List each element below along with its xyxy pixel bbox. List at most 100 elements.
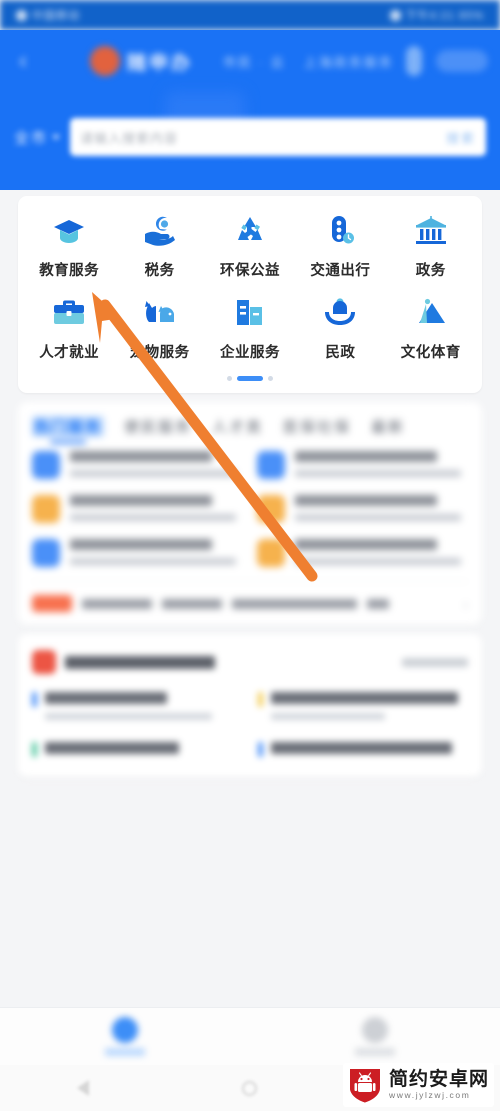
notice-item-title bbox=[271, 742, 453, 754]
watermark-text: 简约安卓网 www.jylzwj.com bbox=[389, 1070, 489, 1100]
notice-bar-icon bbox=[258, 692, 263, 707]
header-top-row: ‹ 随申办 市民 · 云 上海政务服务 bbox=[0, 30, 500, 92]
grid-item-environment[interactable]: 环保公益 bbox=[205, 212, 295, 280]
traffic-light-icon bbox=[321, 212, 359, 250]
hand-coin-icon bbox=[141, 212, 179, 250]
grid-item-label: 宠物服务 bbox=[129, 344, 190, 361]
tab-convenience[interactable]: 便民服务 bbox=[124, 416, 192, 437]
list-item-subtitle bbox=[70, 558, 237, 565]
home-circle-icon[interactable] bbox=[241, 1080, 257, 1096]
list-item[interactable] bbox=[32, 495, 243, 523]
pagination-dot[interactable] bbox=[227, 376, 232, 381]
list-item-text bbox=[295, 495, 468, 521]
grid-item-label: 人才就业 bbox=[39, 344, 100, 361]
list-item-text bbox=[70, 495, 243, 521]
news-ticker[interactable]: › bbox=[32, 581, 468, 615]
grid-item-label: 政务 bbox=[415, 262, 446, 279]
pet-cat-dog-icon bbox=[141, 294, 179, 332]
grid-item-label: 企业服务 bbox=[219, 344, 280, 361]
bottom-nav-profile[interactable] bbox=[250, 1017, 500, 1056]
list-item[interactable] bbox=[257, 539, 468, 567]
search-button[interactable]: 搜索 bbox=[446, 128, 476, 147]
notice-item[interactable] bbox=[32, 692, 242, 720]
megaphone-icon bbox=[32, 650, 56, 674]
social-security-icon bbox=[32, 495, 60, 523]
watermark-url: www.jylzwj.com bbox=[388, 1090, 471, 1101]
grid-item-government[interactable]: 政务 bbox=[386, 212, 476, 280]
pagination-dot-active[interactable] bbox=[237, 376, 263, 381]
list-item-subtitle bbox=[295, 558, 462, 565]
government-building-icon bbox=[412, 212, 450, 250]
grid-item-tax[interactable]: 税务 bbox=[114, 212, 204, 280]
notice-bar-icon bbox=[258, 742, 263, 757]
notice-bar-icon bbox=[32, 742, 37, 757]
list-item-text bbox=[295, 539, 468, 565]
tab-talent[interactable]: 人才类 bbox=[212, 416, 263, 437]
search-input[interactable]: 请输入搜索内容 搜索 bbox=[70, 118, 486, 156]
carrier-signal-icon bbox=[16, 9, 27, 21]
list-item-text bbox=[70, 539, 243, 565]
grid-item-label: 民政 bbox=[325, 344, 356, 361]
grid-item-label: 交通出行 bbox=[310, 262, 371, 279]
grid-item-label: 税务 bbox=[144, 262, 175, 279]
document-icon bbox=[32, 451, 60, 479]
app-name: 随申办 bbox=[127, 52, 194, 74]
notice-item-title bbox=[271, 692, 459, 704]
location-selector[interactable]: 全市 bbox=[14, 127, 61, 148]
notice-item-title bbox=[45, 742, 179, 754]
status-bar-right: 下午4:21 85% bbox=[389, 7, 484, 23]
tab-latest[interactable]: 最新 bbox=[371, 416, 405, 437]
tab-insurance[interactable]: 医保社保 bbox=[283, 416, 351, 437]
vehicle-icon bbox=[257, 495, 285, 523]
grid-item-employment[interactable]: 人才就业 bbox=[24, 294, 114, 362]
bottom-navigation bbox=[0, 1007, 500, 1065]
list-item-text bbox=[295, 451, 468, 477]
notice-item[interactable] bbox=[258, 742, 468, 763]
tab-hot-services[interactable]: 热门服务 bbox=[32, 416, 105, 444]
service-rows bbox=[32, 451, 468, 567]
chevron-down-icon bbox=[52, 134, 61, 140]
grid-pagination[interactable] bbox=[24, 376, 476, 381]
pagination-dot[interactable] bbox=[268, 376, 273, 381]
list-item[interactable] bbox=[32, 451, 243, 479]
notice-more-link[interactable] bbox=[402, 657, 468, 667]
civil-affairs-hands-icon bbox=[321, 294, 359, 332]
ticker-text bbox=[367, 598, 389, 609]
grid-item-pet[interactable]: 宠物服务 bbox=[114, 294, 204, 362]
service-grid-card: 教育服务 税务 环保公益 交通出行 政务 人才就业 宠物服务 企业服务 民政 文… bbox=[18, 196, 482, 393]
site-watermark: 简约安卓网 www.jylzwj.com bbox=[342, 1063, 494, 1107]
chevron-left-icon[interactable]: ‹ bbox=[12, 49, 34, 73]
home-icon bbox=[112, 1017, 138, 1043]
grid-item-traffic[interactable]: 交通出行 bbox=[295, 212, 385, 280]
list-item-subtitle bbox=[295, 514, 462, 521]
notice-items bbox=[32, 692, 468, 763]
search-placeholder: 请输入搜索内容 bbox=[80, 130, 179, 146]
card-icon bbox=[257, 451, 285, 479]
back-triangle-icon[interactable] bbox=[76, 1080, 89, 1096]
grid-item-enterprise[interactable]: 企业服务 bbox=[205, 294, 295, 362]
grid-item-civil-affairs[interactable]: 民政 bbox=[295, 294, 385, 362]
search-row: 全市 请输入搜索内容 搜索 bbox=[0, 118, 500, 156]
list-item[interactable] bbox=[257, 495, 468, 523]
list-item[interactable] bbox=[32, 539, 243, 567]
notice-item[interactable] bbox=[258, 692, 468, 720]
list-item-title bbox=[295, 451, 437, 462]
ticker-badge bbox=[32, 595, 72, 612]
chevron-right-icon[interactable]: › bbox=[463, 596, 468, 612]
notice-item[interactable] bbox=[32, 742, 242, 763]
health-code-icon bbox=[257, 539, 285, 567]
grid-item-culture-sports[interactable]: 文化体育 bbox=[386, 294, 476, 362]
header-subtitle-2: 上海政务服务 bbox=[303, 54, 394, 70]
shield-android-logo-icon bbox=[348, 1066, 382, 1104]
header-action-pill[interactable] bbox=[436, 50, 488, 72]
list-item-subtitle bbox=[70, 514, 237, 521]
notice-item-text bbox=[45, 692, 242, 720]
notice-item-title bbox=[45, 692, 168, 704]
grid-item-label: 文化体育 bbox=[400, 344, 461, 361]
grid-item-education[interactable]: 教育服务 bbox=[24, 212, 114, 280]
user-avatar-icon[interactable] bbox=[406, 46, 422, 76]
mountain-culture-icon bbox=[412, 294, 450, 332]
list-item[interactable] bbox=[257, 451, 468, 479]
watermark-site-name: 简约安卓网 bbox=[388, 1069, 489, 1091]
bottom-nav-home[interactable] bbox=[0, 1017, 250, 1056]
